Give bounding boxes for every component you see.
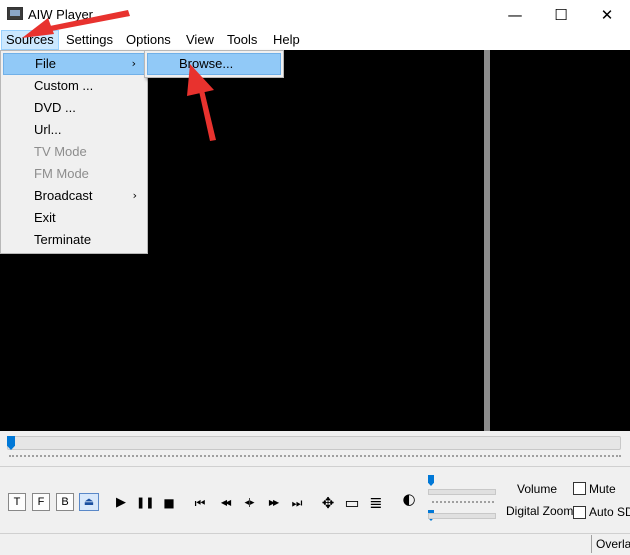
f-button[interactable]: F bbox=[32, 493, 50, 511]
seek-ticks bbox=[9, 455, 621, 460]
menu-sources[interactable]: Sources bbox=[1, 30, 59, 50]
volume-label: Volume bbox=[517, 482, 558, 496]
auto-sd-label: Auto SD bbox=[589, 505, 630, 519]
minimize-button[interactable]: — bbox=[492, 0, 538, 30]
title-bar: AIW Player — ☐ ✕ bbox=[0, 0, 630, 30]
digital-zoom-label: Digital Zoom bbox=[506, 504, 574, 518]
zoom-slider[interactable] bbox=[428, 513, 496, 519]
fullscreen-icon[interactable]: ✥ bbox=[319, 494, 337, 512]
t-button[interactable]: T bbox=[8, 493, 26, 511]
auto-sd-checkbox[interactable] bbox=[573, 506, 586, 519]
rewind-icon[interactable]: ◀◀ bbox=[216, 494, 234, 512]
menu-item-tv-mode: TV Mode bbox=[34, 144, 87, 159]
submenu-arrow-icon: › bbox=[132, 189, 137, 202]
monitor-icon[interactable]: ▭ bbox=[343, 494, 361, 512]
menu-item-label: Broadcast bbox=[34, 188, 93, 203]
mute-label: Mute bbox=[589, 482, 616, 496]
mute-checkbox[interactable] bbox=[573, 482, 586, 495]
menu-bar: Sources Settings Options View Tools Help bbox=[0, 30, 630, 50]
play-icon[interactable]: ▶ bbox=[112, 494, 130, 512]
divider bbox=[0, 466, 630, 467]
close-button[interactable]: ✕ bbox=[584, 0, 630, 30]
stop-icon[interactable]: ■ bbox=[160, 494, 178, 512]
menu-item-exit[interactable]: Exit bbox=[3, 207, 145, 229]
menu-item-url[interactable]: Url... bbox=[3, 119, 145, 141]
status-separator bbox=[591, 535, 592, 553]
previous-icon[interactable]: ⏮ bbox=[191, 494, 209, 512]
fast-forward-icon[interactable]: ▶▶ bbox=[264, 494, 282, 512]
menu-item-dvd[interactable]: DVD ... bbox=[3, 97, 145, 119]
submenu-arrow-icon: › bbox=[131, 57, 136, 70]
menu-item-fm-mode: FM Mode bbox=[34, 166, 89, 181]
menu-item-label: File bbox=[35, 56, 56, 71]
seek-bar[interactable] bbox=[7, 436, 621, 450]
menu-item-browse[interactable]: Browse... bbox=[147, 53, 281, 75]
menu-item-broadcast[interactable]: Broadcast › bbox=[3, 185, 145, 207]
menu-item-custom[interactable]: Custom ... bbox=[3, 75, 145, 97]
brightness-icon[interactable]: ◐ bbox=[400, 490, 418, 508]
window-title: AIW Player bbox=[28, 7, 94, 22]
playlist-icon[interactable]: ≣ bbox=[367, 494, 385, 512]
eject-icon[interactable]: ⏏ bbox=[79, 493, 99, 511]
volume-slider[interactable] bbox=[428, 489, 496, 495]
menu-settings[interactable]: Settings bbox=[62, 31, 117, 49]
app-icon bbox=[7, 7, 23, 20]
splitter-bar[interactable] bbox=[484, 50, 490, 431]
status-text: Overla bbox=[596, 537, 630, 551]
next-icon[interactable]: ⏭ bbox=[288, 494, 306, 512]
b-button[interactable]: B bbox=[56, 493, 74, 511]
status-bar bbox=[0, 533, 630, 555]
menu-item-file[interactable]: File › bbox=[3, 53, 145, 75]
pause-icon[interactable]: ❚❚ bbox=[136, 494, 154, 512]
maximize-button[interactable]: ☐ bbox=[538, 0, 584, 30]
frame-step-icon[interactable]: ◂|▸ bbox=[240, 494, 258, 512]
file-submenu: Browse... bbox=[144, 50, 284, 78]
menu-view[interactable]: View bbox=[182, 31, 218, 49]
sources-dropdown: File › Custom ... DVD ... Url... TV Mode… bbox=[0, 50, 148, 254]
menu-item-terminate[interactable]: Terminate bbox=[3, 229, 145, 251]
volume-ticks bbox=[432, 501, 494, 505]
menu-help[interactable]: Help bbox=[269, 31, 304, 49]
menu-tools[interactable]: Tools bbox=[223, 31, 261, 49]
menu-options[interactable]: Options bbox=[122, 31, 175, 49]
